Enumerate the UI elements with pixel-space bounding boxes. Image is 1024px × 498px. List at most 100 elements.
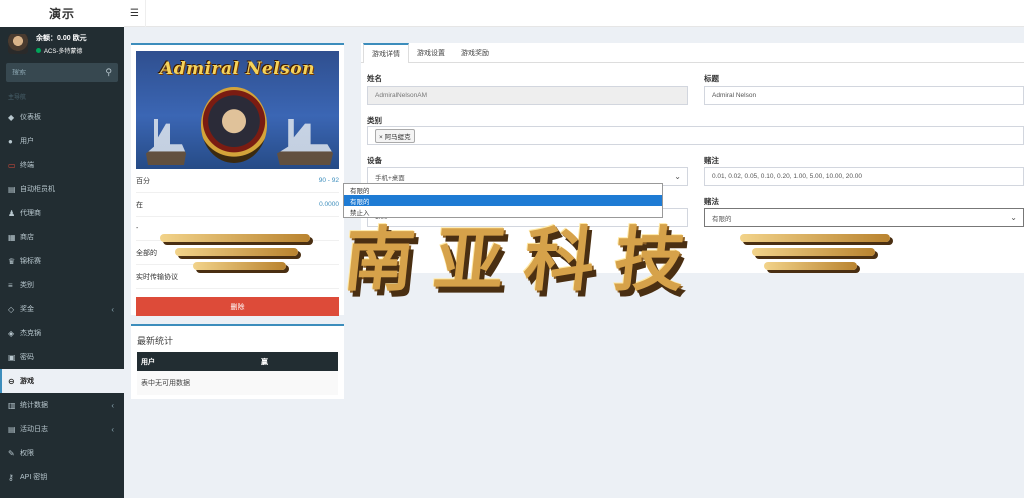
balance-text: 余额：0.00 欧元 <box>36 34 87 42</box>
row-label: 实时传输协议 <box>136 273 178 281</box>
sidebar-item-10[interactable]: ▣ 密码 <box>0 345 124 369</box>
tab-game-settings[interactable]: 游戏设置 <box>409 43 453 62</box>
shop-icon: ▦ <box>8 232 16 242</box>
chevron-down-icon: ⌄ <box>674 172 681 181</box>
sidebar-item-12[interactable]: ▥ 统计数据 ‹ <box>0 393 124 417</box>
atm-icon: ▤ <box>8 184 16 194</box>
category-tag[interactable]: × 阿马缇克 <box>375 128 415 143</box>
sidebar: 演示 余额：0.00 欧元 ACS-多特蒙德 ⚲ 主导航 ◆ 仪表板 ● 用户 ▭ 终端 ▤… <box>0 0 124 498</box>
gamble-option[interactable]: 禁止入 <box>344 206 662 217</box>
col-win[interactable]: 赢 <box>261 357 268 367</box>
online-dot-icon <box>36 47 41 53</box>
title-field[interactable]: Admiral Nelson <box>704 86 1024 105</box>
col-user[interactable]: 用户 <box>141 357 261 367</box>
sidebar-item-label: 类别 <box>20 282 34 289</box>
chart-icon: ▥ <box>8 400 16 410</box>
category-select[interactable]: × 阿马缇克 <box>367 126 1024 145</box>
gamble-option-highlighted[interactable]: 有限的 <box>344 195 662 206</box>
nav-header: 主导航 <box>8 95 27 101</box>
name-field[interactable]: AdmiralNelsonAM <box>367 86 688 105</box>
sidebar-item-4[interactable]: ♟ 代理商 <box>0 201 124 225</box>
diamond-icon: ◇ <box>8 304 15 314</box>
game-info-row: 百分 90 - 92 <box>136 169 339 193</box>
sidebar-item-label: 密码 <box>20 354 34 361</box>
sidebar-item-label: 统计数据 <box>20 402 48 409</box>
app-logo[interactable]: 演示 <box>0 0 124 27</box>
code-icon: ▣ <box>8 352 16 362</box>
game-info-box: Admiral Nelson 百分 90 - 92 在 0.0000 - 全部的实时传输协… <box>131 43 344 316</box>
chevron-left-icon: ‹ <box>111 304 114 314</box>
sidebar-item-label: 仪表板 <box>20 114 41 121</box>
sidebar-item-7[interactable]: ≡ 类别 <box>0 273 124 297</box>
sidebar-item-5[interactable]: ▦ 商店 <box>0 225 124 249</box>
game-thumbnail: Admiral Nelson <box>136 51 339 169</box>
gamble-select[interactable]: 有限的 ⌄ <box>704 208 1024 227</box>
chevron-left-icon: ‹ <box>111 400 114 410</box>
sidebar-item-label: 杰克锅 <box>20 330 41 337</box>
game-tabs: 游戏详情 游戏设置 游戏奖励 <box>361 43 1024 63</box>
sidebar-item-13[interactable]: ▤ 活动日志 ‹ <box>0 417 124 441</box>
gamble-dropdown: 有限的 有限的 禁止入 <box>343 183 663 218</box>
chevron-down-icon: ⌄ <box>1010 213 1017 222</box>
gamble-option[interactable]: 有限的 <box>344 184 662 195</box>
sidebar-item-label: 锦标赛 <box>20 258 41 265</box>
game-info-rows: 百分 90 - 92 在 0.0000 - 全部的实时传输协议 <box>136 169 339 289</box>
dashboard-icon: ◆ <box>8 112 15 122</box>
name-label: 姓名 <box>367 74 382 83</box>
trophy-icon: ♛ <box>8 256 16 266</box>
search-input[interactable] <box>12 69 92 76</box>
user-icon: ● <box>8 136 13 146</box>
sidebar-item-1[interactable]: ● 用户 <box>0 129 124 153</box>
sidebar-item-15[interactable]: ⚷ API 密钥 <box>0 465 124 489</box>
sidebar-item-label: 代理商 <box>20 210 41 217</box>
tab-game-details[interactable]: 游戏详情 <box>363 43 409 63</box>
search-icon[interactable]: ⚲ <box>105 67 112 78</box>
sidebar-item-0[interactable]: ◆ 仪表板 <box>0 105 124 129</box>
bet-label: 赌注 <box>704 156 719 165</box>
game-info-row: 在 0.0000 <box>136 193 339 217</box>
monitor-icon: ▭ <box>8 160 16 170</box>
chevron-left-icon: ‹ <box>111 424 114 434</box>
stats-title: 最新统计 <box>137 336 174 346</box>
sidebar-item-label: 权限 <box>20 450 34 457</box>
row-label: 全部的 <box>136 249 157 257</box>
game-info-row: 全部的 <box>136 241 339 265</box>
row-label: - <box>136 225 139 232</box>
sidebar-item-label: API 密钥 <box>20 474 48 481</box>
delete-button[interactable]: 删除 <box>136 297 339 316</box>
sidebar-item-label: 游戏 <box>20 378 34 385</box>
sidebar-item-label: 商店 <box>20 234 34 241</box>
gamble-value: 有限的 <box>712 215 732 223</box>
sidebar-item-8[interactable]: ◇ 奖金 ‹ <box>0 297 124 321</box>
sidebar-item-label: 自动柜员机 <box>20 186 55 193</box>
row-label: 百分 <box>136 177 150 185</box>
tab-game-rewards[interactable]: 游戏奖励 <box>453 43 497 62</box>
game-info-row: - <box>136 217 339 241</box>
bet-field[interactable]: 0.01, 0.02, 0.05, 0.10, 0.20, 1.00, 5.00… <box>704 167 1024 186</box>
device-value: 手机+桌面 <box>375 174 405 182</box>
game-info-row: 实时传输协议 <box>136 265 339 289</box>
ship-right-image <box>277 119 333 165</box>
menu-toggle-icon[interactable]: ☰ <box>124 0 146 27</box>
sidebar-item-label: 奖金 <box>20 306 34 313</box>
gamepad-icon: ⊖ <box>8 376 15 386</box>
nelson-portrait-image <box>201 87 267 163</box>
sidebar-search: ⚲ <box>6 63 118 82</box>
status-text: ACS-多特蒙德 <box>44 48 83 55</box>
sidebar-item-label: 活动日志 <box>20 426 48 433</box>
permission-icon: ✎ <box>8 448 15 458</box>
sidebar-item-label: 终端 <box>20 162 34 169</box>
sidebar-item-6[interactable]: ♛ 锦标赛 <box>0 249 124 273</box>
game-edit-panel: 游戏详情 游戏设置 游戏奖励 姓名 AdmiralNelsonAM 标题 Adm… <box>361 43 1024 273</box>
key-icon: ⚷ <box>8 472 14 482</box>
sidebar-item-14[interactable]: ✎ 权限 <box>0 441 124 465</box>
top-navbar: ☰ <box>124 0 1024 27</box>
row-label: 在 <box>136 201 143 209</box>
gamble-label: 赌法 <box>704 197 719 206</box>
sidebar-item-3[interactable]: ▤ 自动柜员机 <box>0 177 124 201</box>
category-label: 类别 <box>367 116 382 125</box>
sidebar-item-9[interactable]: ◈ 杰克锅 <box>0 321 124 345</box>
sidebar-item-2[interactable]: ▭ 终端 <box>0 153 124 177</box>
sidebar-item-11[interactable]: ⊖ 游戏 <box>0 369 124 393</box>
latest-stats-box: 最新统计 用户 赢 表中无可用数据 <box>131 324 344 399</box>
